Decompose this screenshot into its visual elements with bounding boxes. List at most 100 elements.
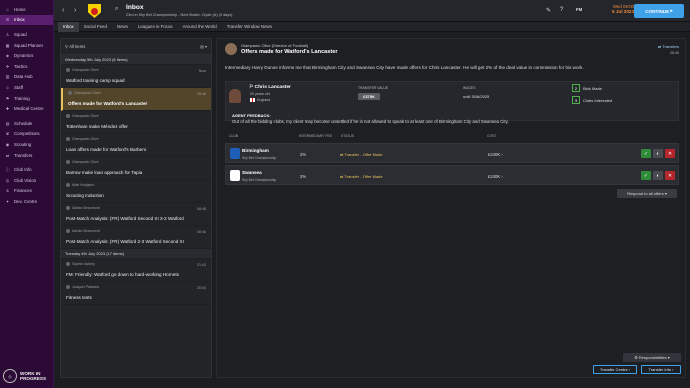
message-from: Sophie Ashley — [66, 262, 206, 266]
day-group-header[interactable]: Wednesday 5th July 2023 (6 items) — [61, 55, 211, 65]
club-crest[interactable] — [88, 4, 101, 18]
continue-button[interactable]: CONTINUE ▸ — [634, 4, 684, 18]
search-icon[interactable]: ⌕ — [115, 6, 118, 13]
sidebar-item-finances[interactable]: $ Finances — [0, 186, 53, 197]
transfer-centre-button[interactable]: Transfer Centre › — [593, 365, 637, 374]
reject-icon[interactable]: ✕ — [665, 149, 675, 158]
sidebar-item-squad[interactable]: ♙ Squad — [0, 29, 53, 40]
inbox-message[interactable]: Giampaolo Olive Loan offers made for Watf… — [61, 134, 211, 157]
medical-icon: ✚ — [5, 106, 10, 112]
inbox-message[interactable]: Giampaolo Olive 08:46 Offers made for Watf… — [61, 88, 211, 111]
club-name[interactable]: Birmingham — [242, 148, 269, 153]
sidebar-item-staff[interactable]: ☺ Staff — [0, 82, 53, 93]
continue-label: CONTINUE — [645, 8, 670, 14]
dev-icon: ✦ — [5, 198, 10, 204]
inbox-message[interactable]: Matt Hodgson Scouting Induction — [61, 180, 211, 203]
sender-avatar — [225, 43, 237, 55]
category-badge[interactable]: ⇄ Transfers — [658, 44, 679, 49]
respond-all-button[interactable]: Respond to all offers ▾ — [617, 189, 677, 198]
offer-cost[interactable]: £240K › — [488, 152, 503, 157]
responsibilities-button[interactable]: ⚙ Responsibilities ▾ — [623, 353, 681, 362]
sidebar-item-club-info[interactable]: ⓘ Club Info — [0, 164, 53, 175]
tab-leagues-in-focus[interactable]: Leagues in Focus — [133, 22, 178, 32]
sidebar-item-dynamics[interactable]: ◈ Dynamics — [0, 50, 53, 61]
tab-news[interactable]: News — [112, 22, 133, 32]
from-text: Giampaolo Olive — [72, 160, 99, 164]
sidebar-item-medical-centre[interactable]: ✚ Medical Centre — [0, 103, 53, 114]
inbox-message[interactable]: Joaquin Palacios 20:00 Fitness tests — [61, 282, 211, 305]
tab-inbox[interactable]: Inbox — [58, 21, 79, 32]
sidebar-item-club-vision[interactable]: ◎ Club Vision — [0, 175, 53, 186]
forward-arrow-icon[interactable]: › — [74, 7, 76, 14]
message-time: 08:46 — [197, 230, 206, 234]
sidebar-item-competitions[interactable]: ♛ Competitions — [0, 129, 53, 140]
offer-row[interactable]: Swansea Sky Bet Championship 2% ⇄ Transfer … — [225, 165, 679, 185]
inbox-message[interactable]: Giampaolo Olive Tottenham make Méndez off… — [61, 111, 211, 134]
current-date[interactable]: Wed 09:00 5 Jul 2023 — [590, 4, 634, 14]
filter-dropdown[interactable]: ⚲ All Items — [65, 44, 85, 49]
transfers-icon: ⇄ — [5, 152, 10, 158]
sidebar-item-scouting[interactable]: ◉ Scouting — [0, 139, 53, 150]
wip-icon: ◎ — [3, 369, 17, 383]
transfer-info-button[interactable]: Transfer Info › — [641, 365, 681, 374]
day-group-header[interactable]: Tuesday 4th July 2023 (17 items) — [61, 249, 211, 259]
inbox-message[interactable]: Sophie Ashley 21:43 FM: Friendly: Watford … — [61, 259, 211, 282]
col-club[interactable]: CLUB — [229, 134, 238, 138]
inbox-message[interactable]: Giampaolo Olive Barrow make loan approach… — [61, 157, 211, 180]
col-status[interactable]: STATUS — [341, 134, 354, 138]
club-league: Sky Bet Championship — [242, 178, 277, 182]
offer-status: ⇄ Transfer - Offer Made — [340, 174, 383, 179]
category-label: Transfers — [662, 44, 679, 49]
sidebar-item-label: Inbox — [14, 17, 25, 23]
sidebar-item-training[interactable]: ⚑ Training — [0, 93, 53, 104]
player-name[interactable]: ⚐ Chris Lancaster — [249, 85, 291, 90]
sidebar-item-inbox[interactable]: ✉ Inbox — [0, 14, 53, 26]
inbox-message[interactable]: Giampaolo Olive Now Watford training camp … — [61, 65, 211, 88]
offer-row[interactable]: Birmingham Sky Bet Championship 2% ⇄ Transf… — [225, 143, 679, 163]
sidebar-item-dev-centre[interactable]: ✦ Dev. Centre — [0, 196, 53, 207]
message-time: 08:46 — [197, 207, 206, 211]
sidebar-item-tactics[interactable]: ✣ Tactics — [0, 61, 53, 72]
sidebar-item-home[interactable]: ⌂ Home — [0, 4, 53, 15]
intermediary-fee: 2% — [300, 152, 307, 157]
sidebar-item-data-hub[interactable]: ▥ Data Hub — [0, 72, 53, 83]
inbox-message[interactable]: Adrian Beaumont 08:46 Post-Match Analysis:… — [61, 226, 211, 249]
player-photo[interactable] — [229, 89, 241, 103]
staff-icon: ☺ — [5, 84, 10, 90]
sidebar-item-label: Tactics — [14, 63, 28, 69]
finances-icon: $ — [6, 188, 9, 194]
col-cost[interactable]: COST — [487, 134, 496, 138]
sidebar: ⌂ Home ✉ Inbox ♙ Squad ▦ Squad Planner ◈ Dynamics… — [0, 0, 54, 388]
notifications-icon[interactable]: ✎ — [546, 7, 551, 14]
sidebar-item-squad-planner[interactable]: ▦ Squad Planner — [0, 40, 53, 51]
filter-options-icon[interactable]: ▤ ▾ — [200, 44, 207, 49]
inbox-message[interactable]: Adrian Beaumont 08:46 Post-Match Analysis:… — [61, 203, 211, 226]
reject-icon[interactable]: ✕ — [665, 171, 675, 180]
sidebar-item-schedule[interactable]: ▤ Schedule — [0, 118, 53, 129]
sidebar-item-label: Staff — [14, 84, 23, 90]
sender-avatar — [68, 91, 72, 95]
negotiate-icon[interactable]: ◐ — [653, 171, 663, 180]
offer-cost[interactable]: £240K › — [488, 174, 503, 179]
tab-around-the-world[interactable]: Around the World — [178, 22, 222, 32]
back-arrow-icon[interactable]: ‹ — [62, 7, 64, 14]
sidebar-item-transfers[interactable]: ⇄ Transfers — [0, 150, 53, 161]
club-name[interactable]: Swansea — [242, 170, 262, 175]
bids-made-label: Bids Made — [583, 86, 602, 91]
club-crest-icon — [230, 148, 240, 159]
col-fee[interactable]: INTERMEDIARY FEE — [299, 134, 332, 138]
negotiate-icon[interactable]: ◐ — [653, 149, 663, 158]
message-from: Joaquin Palacios — [66, 285, 206, 289]
fm-menu[interactable]: FM — [576, 7, 582, 12]
tab-social-feed[interactable]: Social Feed — [79, 22, 112, 32]
accept-icon[interactable]: ✓ — [641, 171, 651, 180]
scouting-icon: ◉ — [5, 141, 10, 147]
inbox-items: Wednesday 5th July 2023 (6 items) Giampao… — [61, 55, 211, 305]
wages-label: WAGES — [463, 86, 476, 90]
message-detail: Giampaolo Olive (Director of Football) O… — [216, 38, 686, 378]
message-subject: Tottenham make Méndez offer — [66, 124, 128, 129]
help-icon[interactable]: ? — [560, 7, 563, 13]
tab-transfer-window-news[interactable]: Transfer Window News — [222, 22, 277, 32]
message-subject: Offers made for Watford's Lancaster — [68, 101, 148, 106]
accept-icon[interactable]: ✓ — [641, 149, 651, 158]
